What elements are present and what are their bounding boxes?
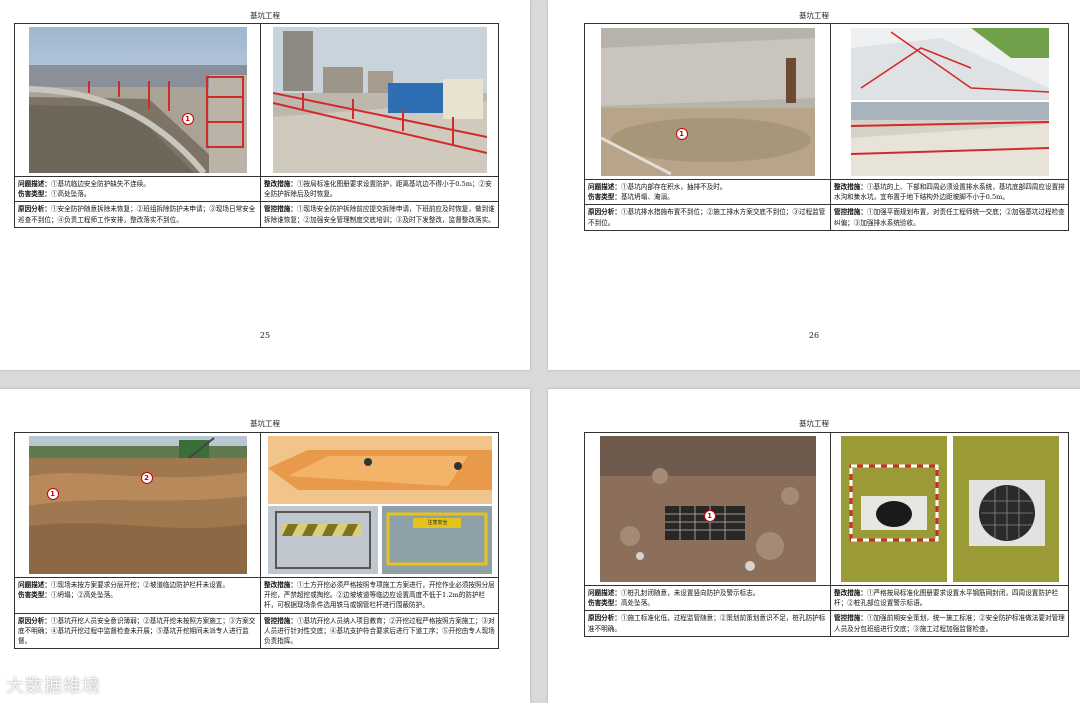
page-25: 基坑工程 1 问题描述：①基坑临边安全防护缺失不连续。 伤害类型：①高处坠落。 … (0, 0, 530, 370)
problem-text: ①基坑临边安全防护缺失不连续。 (50, 180, 150, 188)
hazard-label: 伤害类型： (18, 591, 51, 600)
fix-cell: 整改措施：①土方开挖必须严格按照专项施工方案进行，开挖作业必须按照分层开挖，严禁… (260, 577, 499, 614)
photo-cell-left: 1 (584, 23, 831, 180)
cause-text: ①基坑排水措施布置不到位；②施工排水方案交底不到位；③过程监管不到位。 (588, 208, 826, 227)
issue-table: 1 (584, 432, 1069, 637)
page-title: 基坑工程 (799, 11, 829, 20)
photo-marker-2: 2 (140, 472, 153, 484)
control-label: 管控措施： (264, 205, 297, 214)
hazard-text: 基坑坍塌、淹溺。 (620, 193, 674, 202)
photo-marker-1: 1 (703, 510, 716, 522)
page-28: 基坑工程 1 问题描述：①桩孔封闭随意，未设置竖向防护及警示标志。 伤害类型：高… (548, 389, 1080, 703)
control-cell: 管控措施：①加强平面规划布置，对责任工程师统一交底；②加强基坑过程检查纠偏；③加… (830, 204, 1069, 231)
hazard-label: 伤害类型： (588, 599, 621, 608)
control-cell: 管控措施：①现场安全防护拆除前应提交拆除申请，下班前应及时恢复，做到谁拆除谁恢复… (260, 201, 499, 228)
photo-cell-right (830, 23, 1069, 180)
photo-cell-right (260, 23, 499, 177)
photo-marker-1: 1 (181, 113, 194, 125)
cause-cell: 原因分析：①基坑排水措施布置不到位；②施工排水方案交底不到位；③过程监管不到位。 (584, 204, 831, 231)
cause-label: 原因分析： (18, 616, 51, 625)
cause-text: ①安全防护随意拆除未恢复；②班组拆除防护未申请；③现场日常安全巡查不到位；④负责… (18, 205, 256, 224)
page-number: 26 (808, 331, 820, 340)
problem-hazard-cell: 问题描述：①基坑内部存在积水，抽排不及时。 伤害类型：基坑坍塌、淹溺。 (584, 178, 831, 206)
fix-label: 整改措施： (834, 183, 867, 191)
problem-label: 问题描述： (588, 183, 621, 191)
problem-label: 问题描述： (588, 589, 621, 597)
site-photo-water: 1 (600, 27, 815, 176)
photo-cell-right (830, 432, 1069, 586)
control-text: ①加强前期安全策划，统一施工标准；②安全防护标准做法要对管理人员及分包班组进行交… (834, 614, 1065, 633)
control-label: 管控措施： (834, 614, 867, 623)
hazard-text: ①高处坠落。 (50, 190, 91, 199)
photo-cell-left: 1 (584, 432, 831, 586)
fix-cell: 整改措施：①按局标准化图册要求设置防护，距离基坑边不得小于0.5m；②安全防护拆… (260, 175, 499, 203)
barrier-sign: 注意安全 (427, 520, 448, 526)
fix-text: ①土方开挖必须严格按照专项施工方案进行，开挖作业必须按照分层开挖，严禁超挖或掏挖… (264, 581, 495, 610)
fix-text: ①严格按局标准化图册要求设置水平钢筋网封闭，四周设置防护栏杆；②桩孔部位设置警示… (834, 589, 1059, 608)
control-label: 管控措施： (264, 616, 297, 625)
issue-table: 1 (584, 23, 1069, 231)
hazard-text: ①坍塌；②高处坠落。 (50, 591, 117, 600)
control-cell: 管控措施：①加强前期安全策划，统一施工标准；②安全防护标准做法要对管理人员及分包… (830, 610, 1069, 637)
problem-label: 问题描述： (18, 581, 51, 589)
cause-text: ①施工标准化低，过程监管随意；②策划前策划意识不足，桩孔防护标准不明确。 (588, 614, 826, 633)
cause-cell: 原因分析：①安全防护随意拆除未恢复；②班组拆除防护未申请；③现场日常安全巡查不到… (14, 201, 261, 228)
photo-cell-right: 注意安全 (260, 432, 499, 578)
page-title: 基坑工程 (799, 419, 829, 428)
fix-cell: 整改措施：①基坑的上、下部和四周必须设置排水系统，基坑底部四周应设置排水沟和集水… (830, 178, 1069, 206)
cause-label: 原因分析： (588, 208, 621, 217)
problem-hazard-cell: 问题描述：①桩孔封闭随意，未设置竖向防护及警示标志。 伤害类型：高处坠落。 (584, 584, 831, 612)
fix-cell: 整改措施：①严格按局标准化图册要求设置水平钢筋网封闭，四周设置防护栏杆；②桩孔部… (830, 584, 1069, 612)
fix-text: ①按局标准化图册要求设置防护，距离基坑边不得小于0.5m；②安全防护拆除后及时恢… (264, 180, 492, 199)
control-label: 管控措施： (834, 208, 867, 217)
page-26: 基坑工程 1 问题描述：①基坑内部存在积水，抽排不及时。 伤害类型：基坑坍塌、淹… (548, 0, 1080, 370)
pile-protection-illustrations (840, 436, 1059, 582)
problem-hazard-cell: 问题描述：①现场未按方案要求分层开挖；②坡道临边防护栏杆未设置。 伤害类型：①坍… (14, 577, 261, 614)
problem-label: 问题描述： (18, 180, 51, 188)
problem-text: ①现场未按方案要求分层开挖；②坡道临边防护栏杆未设置。 (50, 581, 229, 589)
cause-cell: 原因分析：①基坑开挖人员安全意识薄弱；②基坑开挖未按照方案施工；③方案交底不明确… (14, 612, 261, 650)
cause-label: 原因分析： (18, 205, 51, 214)
problem-text: ①基坑内部存在积水，抽排不及时。 (620, 183, 727, 191)
issue-table: 1 (14, 23, 499, 228)
cause-text: ①基坑开挖人员安全意识薄弱；②基坑开挖未按照方案施工；③方案交底不明确；④基坑开… (18, 616, 256, 646)
control-text: ①现场安全防护拆除前应提交拆除申请，下班前应及时恢复，做到谁拆除谁恢复；②加强安… (264, 205, 495, 224)
cause-label: 原因分析： (588, 614, 621, 623)
issue-table: 1 2 注意安全 问题描述：①现场未按方案要求分层开挖；②坡道临边防护栏杆未设置… (14, 432, 499, 650)
site-photo-excavation: 1 2 (28, 436, 247, 574)
hazard-label: 伤害类型： (18, 190, 51, 199)
page-title: 基坑工程 (250, 11, 280, 20)
photo-cell-left: 1 2 (14, 432, 261, 578)
drainage-diagram (850, 27, 1049, 176)
fix-label: 整改措施： (264, 581, 297, 589)
problem-text: ①桩孔封闭随意，未设置竖向防护及警示标志。 (620, 589, 760, 597)
fix-label: 整改措施： (834, 589, 867, 597)
photo-cell-left: 1 (14, 23, 261, 177)
cause-cell: 原因分析：①施工标准化低，过程监管随意；②策划前策划意识不足，桩孔防护标准不明确… (584, 610, 831, 637)
control-text: ①加强平面规划布置，对责任工程师统一交底；②加强基坑过程检查纠偏；③加强排水系统… (834, 208, 1065, 227)
photo-marker-1: 1 (46, 488, 59, 500)
watermark: 大数据维境 (6, 676, 101, 697)
site-photo-pit-edge: 1 (28, 27, 247, 173)
hazard-label: 伤害类型： (588, 193, 621, 202)
fix-label: 整改措施： (264, 180, 297, 188)
problem-hazard-cell: 问题描述：①基坑临边安全防护缺失不连续。 伤害类型：①高处坠落。 (14, 175, 261, 203)
site-photo-fence (272, 27, 487, 173)
page-27: 基坑工程 1 2 注意安全 问题描述：①现场未按方案要求分层开挖；②坡道临边防护… (0, 389, 530, 703)
hazard-text: 高处坠落。 (620, 599, 654, 608)
fix-text: ①基坑的上、下部和四周必须设置排水系统，基坑底部四周应设置排水沟和集水坑，宜布置… (834, 183, 1065, 202)
control-text: ①基坑开挖人员纳入项目教育；②开挖过程严格按照方案施工；③对人员进行针对性交底；… (264, 616, 495, 646)
barrier-illustrations: 注意安全 (267, 436, 492, 574)
page-title: 基坑工程 (250, 419, 280, 428)
site-photo-pile-hole: 1 (599, 436, 816, 582)
page-number: 25 (259, 331, 271, 340)
control-cell: 管控措施：①基坑开挖人员纳入项目教育；②开挖过程严格按照方案施工；③对人员进行针… (260, 612, 499, 650)
photo-marker-1: 1 (675, 127, 688, 140)
